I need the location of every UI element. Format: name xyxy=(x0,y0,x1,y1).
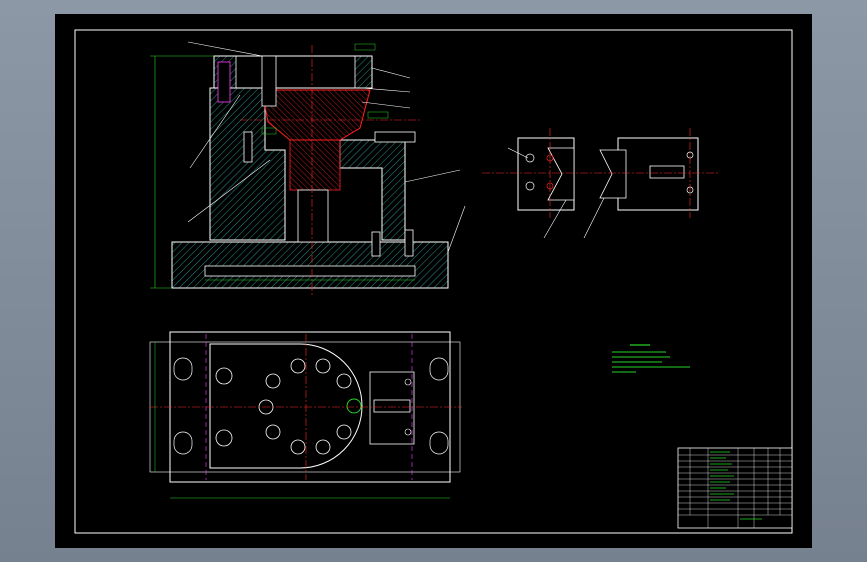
side-detail-view[interactable] xyxy=(482,128,718,239)
title-block[interactable] xyxy=(677,447,793,529)
front-section-view[interactable] xyxy=(150,41,466,295)
clamp-bolt xyxy=(261,55,277,107)
technical-notes xyxy=(612,344,690,373)
pin-left xyxy=(243,131,253,163)
title-block-frame xyxy=(677,447,793,529)
dim-box-2 xyxy=(354,43,376,51)
leader-7 xyxy=(404,169,461,183)
plan-view[interactable] xyxy=(149,331,462,499)
right-bracket xyxy=(339,139,406,241)
dim-box xyxy=(367,111,389,119)
pin-right xyxy=(404,229,414,257)
jaw-screw xyxy=(649,165,685,179)
side-screw xyxy=(374,131,416,143)
side-leader-2 xyxy=(583,197,605,239)
spindle xyxy=(289,139,341,191)
base-slot xyxy=(204,265,416,277)
top-plate-right-hatch xyxy=(354,55,373,89)
leader-1 xyxy=(187,41,263,57)
leader-8 xyxy=(447,205,466,253)
cad-drawing[interactable] xyxy=(0,0,867,562)
leader-4 xyxy=(371,67,411,79)
plan-clamp-screw xyxy=(373,399,411,413)
pin-mid xyxy=(371,231,381,257)
leader-6 xyxy=(361,101,411,109)
top-plate xyxy=(213,55,373,89)
plan-plate xyxy=(209,343,363,469)
workpiece-section xyxy=(261,89,371,141)
left-bolt xyxy=(217,61,231,103)
v-jaw-right xyxy=(599,149,627,199)
shaft xyxy=(297,189,329,243)
